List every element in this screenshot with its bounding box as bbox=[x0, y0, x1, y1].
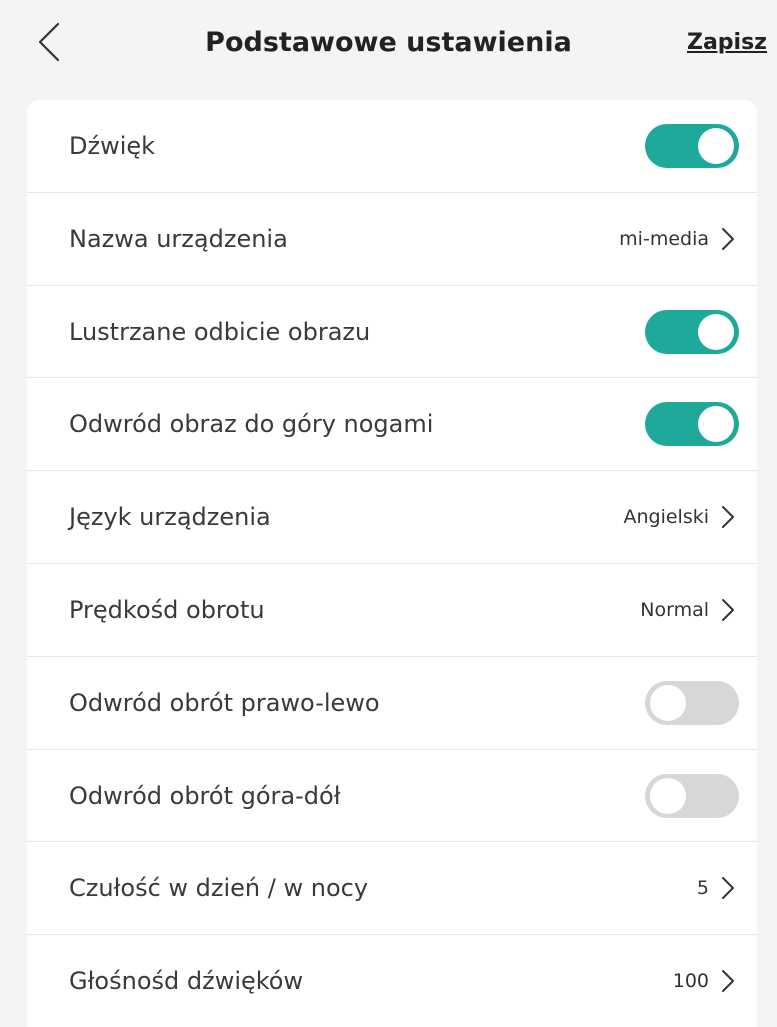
setting-value: Normal bbox=[640, 598, 709, 621]
chevron-right-icon bbox=[721, 876, 735, 900]
setting-label: Nazwa urządzenia bbox=[69, 224, 288, 253]
top-bar: Podstawowe ustawienia Zapisz bbox=[0, 0, 777, 85]
device-name-link[interactable]: mi-media bbox=[619, 193, 735, 285]
chevron-right-icon bbox=[721, 598, 735, 622]
save-button[interactable]: Zapisz bbox=[687, 0, 767, 85]
setting-row-reverse-pan: Odwród obrót prawo-lewo bbox=[27, 657, 757, 750]
setting-row-device-language[interactable]: Język urządzenia Angielski bbox=[27, 471, 757, 564]
reverse-pan-toggle[interactable] bbox=[645, 680, 739, 725]
setting-value: 5 bbox=[696, 877, 709, 900]
setting-row-volume[interactable]: Głośnośd dźwięków 100 bbox=[27, 935, 757, 1027]
setting-value: mi-media bbox=[619, 227, 709, 250]
toggle-knob bbox=[650, 684, 686, 721]
page-title: Podstawowe ustawienia bbox=[205, 27, 572, 58]
setting-label: Lustrzane odbicie obrazu bbox=[69, 317, 371, 346]
setting-value: 100 bbox=[672, 970, 709, 993]
mirror-image-toggle[interactable] bbox=[645, 309, 739, 354]
setting-row-device-name[interactable]: Nazwa urządzenia mi-media bbox=[27, 193, 757, 286]
volume-link[interactable]: 100 bbox=[673, 935, 735, 1027]
setting-row-sensitivity[interactable]: Czułość w dzień / w nocy 5 bbox=[27, 842, 757, 936]
device-language-link[interactable]: Angielski bbox=[623, 471, 735, 563]
settings-list: Dźwięk Nazwa urządzenia mi-media Lustrza… bbox=[27, 100, 757, 1027]
setting-label: Dźwięk bbox=[69, 132, 156, 160]
setting-label: Język urządzenia bbox=[69, 503, 271, 532]
setting-label: Prędkośd obrotu bbox=[69, 595, 265, 624]
sound-toggle[interactable] bbox=[645, 124, 739, 168]
setting-label: Odwród obrót prawo-lewo bbox=[69, 688, 380, 717]
setting-label: Odwród obrót góra-dół bbox=[69, 781, 341, 810]
flip-image-toggle[interactable] bbox=[645, 402, 739, 447]
toggle-knob bbox=[698, 313, 734, 350]
setting-label: Czułość w dzień / w nocy bbox=[69, 874, 369, 903]
chevron-left-icon bbox=[38, 22, 60, 62]
setting-label: Odwród obraz do góry nogami bbox=[69, 410, 434, 439]
back-button[interactable] bbox=[30, 20, 70, 64]
rotation-speed-link[interactable]: Normal bbox=[640, 564, 735, 656]
setting-row-mirror-image: Lustrzane odbicie obrazu bbox=[27, 286, 757, 379]
setting-row-rotation-speed[interactable]: Prędkośd obrotu Normal bbox=[27, 564, 757, 657]
chevron-right-icon bbox=[721, 969, 735, 993]
setting-value: Angielski bbox=[623, 506, 709, 529]
sensitivity-link[interactable]: 5 bbox=[697, 842, 735, 934]
reverse-tilt-toggle[interactable] bbox=[645, 773, 739, 818]
setting-label: Głośnośd dźwięków bbox=[69, 967, 304, 996]
chevron-right-icon bbox=[721, 227, 735, 251]
chevron-right-icon bbox=[721, 505, 735, 529]
toggle-knob bbox=[650, 777, 686, 814]
setting-row-reverse-tilt: Odwród obrót góra-dół bbox=[27, 750, 757, 843]
setting-row-flip-image: Odwród obraz do góry nogami bbox=[27, 378, 757, 472]
setting-row-sound: Dźwięk bbox=[27, 100, 757, 193]
toggle-knob bbox=[698, 406, 734, 443]
toggle-knob bbox=[698, 128, 734, 164]
